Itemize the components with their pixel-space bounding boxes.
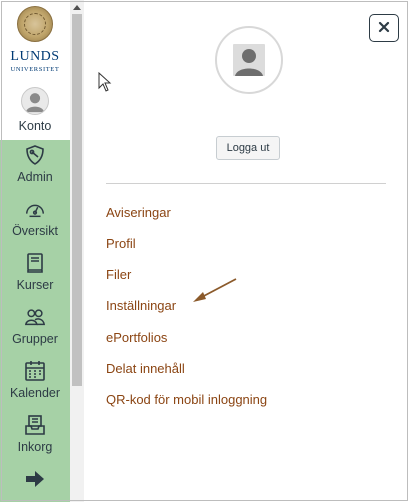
user-avatar-icon <box>20 86 50 116</box>
calendar-icon <box>24 360 46 382</box>
nav-label-oversikt: Översikt <box>12 224 58 238</box>
nav-item-konto[interactable]: Konto <box>0 84 70 138</box>
close-tray-button[interactable] <box>369 14 399 42</box>
nav-label-grupper: Grupper <box>12 332 58 346</box>
app-frame: LUNDS UNIVERSITET Konto Admin Översikt K… <box>0 0 409 502</box>
close-icon <box>378 21 390 36</box>
logo-text-line1: LUNDS <box>10 49 60 64</box>
logout-button[interactable]: Logga ut <box>216 136 280 160</box>
nav-label-kurser: Kurser <box>16 278 54 292</box>
shield-icon <box>24 144 46 166</box>
nav-item-admin[interactable]: Admin <box>0 138 70 192</box>
link-qr-kod[interactable]: QR-kod för mobil inloggning <box>106 392 267 407</box>
profile-avatar[interactable] <box>215 26 283 94</box>
book-icon <box>24 252 46 274</box>
tray-divider <box>106 183 386 184</box>
nav-item-oversikt[interactable]: Översikt <box>0 192 70 246</box>
nav-label-inkorg: Inkorg <box>17 440 53 454</box>
university-seal-icon <box>17 6 53 42</box>
link-delat-innehall[interactable]: Delat innehåll <box>106 361 185 376</box>
scroll-up-arrow-icon[interactable] <box>70 0 84 14</box>
scrollbar-thumb[interactable] <box>72 14 82 386</box>
annotation-arrow-icon <box>193 278 237 302</box>
mouse-cursor-icon <box>98 72 112 92</box>
account-tray: Logga ut Aviseringar Profil Filer Instäl… <box>84 0 409 502</box>
people-icon <box>24 306 46 328</box>
nav-scrollbar[interactable] <box>70 0 84 502</box>
link-aviseringar[interactable]: Aviseringar <box>106 205 171 220</box>
nav-item-inkorg[interactable]: Inkorg <box>0 408 70 462</box>
user-placeholder-icon <box>233 44 265 76</box>
global-nav: LUNDS UNIVERSITET Konto Admin Översikt K… <box>0 0 70 502</box>
nav-label-kalender: Kalender <box>9 386 61 400</box>
nav-item-kalender[interactable]: Kalender <box>0 354 70 408</box>
link-filer[interactable]: Filer <box>106 267 131 282</box>
nav-label-admin: Admin <box>17 170 53 184</box>
nav-item-kurser[interactable]: Kurser <box>0 246 70 300</box>
arrow-right-exit-icon <box>24 468 46 490</box>
link-installningar[interactable]: Inställningar <box>106 298 176 313</box>
logo-text-line2: UNIVERSITET <box>10 66 60 73</box>
link-eportfolios[interactable]: ePortfolios <box>106 330 167 345</box>
nav-label-konto: Konto <box>18 119 52 133</box>
university-logo[interactable]: LUNDS UNIVERSITET <box>0 0 70 82</box>
inbox-icon <box>24 414 46 436</box>
dashboard-gauge-icon <box>24 198 46 220</box>
nav-item-logout-shortcut[interactable] <box>0 462 70 502</box>
nav-item-grupper[interactable]: Grupper <box>0 300 70 354</box>
link-profil[interactable]: Profil <box>106 236 136 251</box>
